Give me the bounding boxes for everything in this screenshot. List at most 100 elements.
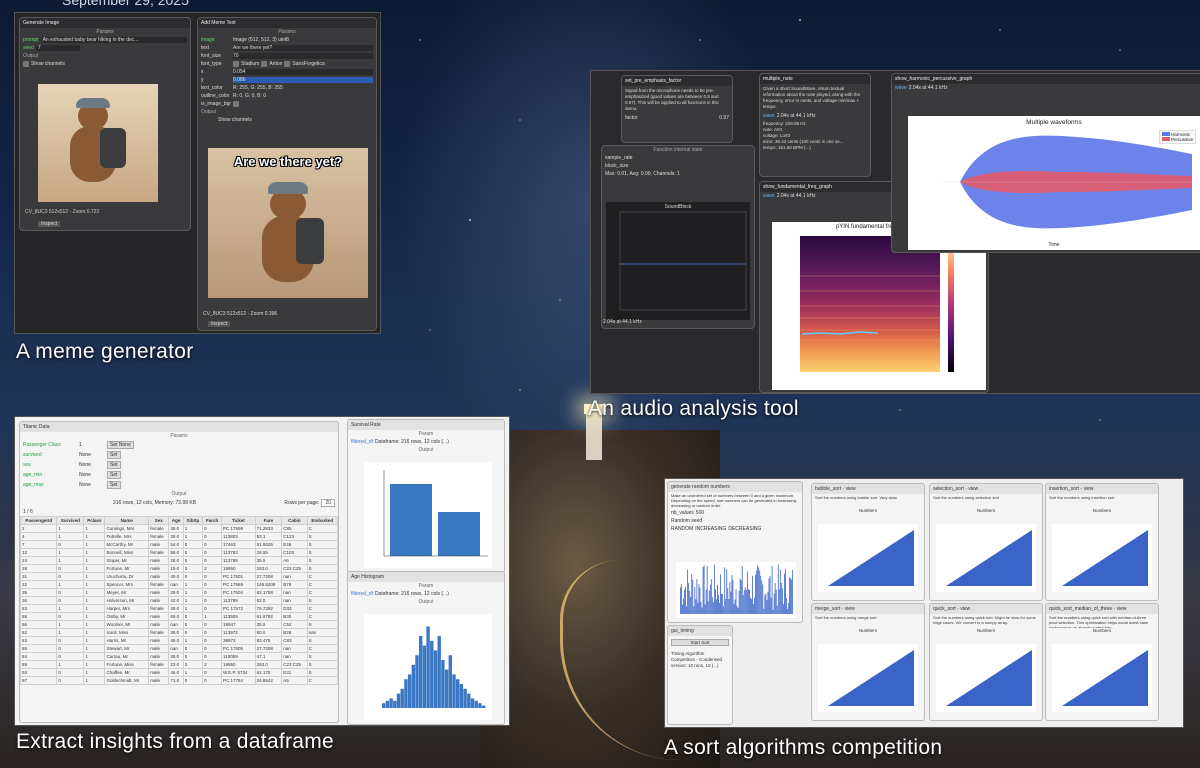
sort-algorithm-node[interactable]: insertion_sort - view Sort the numbers us… — [1045, 483, 1159, 601]
sort-algorithm-node[interactable]: selection_sort - view Sort the numbers us… — [929, 483, 1043, 601]
inspect-button[interactable]: Inspect — [38, 221, 61, 227]
table-cell: Fortune, Miss — [104, 660, 150, 669]
radio[interactable] — [233, 61, 239, 67]
meme-image[interactable]: Are we there yet? — [208, 148, 368, 298]
inspect-button[interactable]: Inspect — [208, 321, 231, 327]
y-slider[interactable]: 0.086 — [233, 77, 373, 83]
number-bar — [710, 579, 712, 614]
column-header[interactable]: Cabin — [281, 516, 308, 525]
legend-entry: Percussive — [1170, 137, 1193, 142]
text-color-value[interactable]: R: 255, G: 255, B: 255 — [233, 85, 283, 91]
sort-algorithm-node[interactable]: bubble_sort - view Sort the numbers using… — [811, 483, 925, 601]
table-cell: male — [148, 652, 170, 661]
column-header[interactable]: SibSp — [182, 516, 204, 525]
radio[interactable] — [261, 61, 268, 67]
order-option[interactable]: RANDOM — [671, 526, 693, 532]
harmonic-percussive-node[interactable]: show_harmonic_percussive_graph wave 2.04s… — [891, 73, 1200, 253]
filter-value[interactable]: None — [79, 462, 105, 468]
column-header[interactable]: Fare — [254, 516, 283, 525]
column-header[interactable]: Name — [104, 516, 150, 525]
filter-button[interactable]: Set None — [107, 441, 134, 449]
filter-button[interactable]: Set — [107, 481, 121, 489]
multiple-note-node[interactable]: multiple_note Given a short SoundWave, r… — [759, 73, 871, 177]
sort-algorithm-node[interactable]: quick_sort - view Sort the numbers using … — [929, 603, 1043, 721]
sort-algorithm-node[interactable]: quick_sort_median_of_three - view Sort th… — [1045, 603, 1159, 721]
filter-value[interactable]: 1 — [79, 442, 105, 448]
factor-value[interactable]: 0.97 — [719, 115, 729, 121]
x-slider[interactable]: 0.054 — [233, 69, 373, 75]
number-bar — [684, 589, 685, 614]
number-bar — [726, 569, 728, 614]
number-bar — [752, 575, 753, 614]
sort-algorithm-node[interactable]: merge_sort - view Sort the numbers using … — [811, 603, 925, 721]
number-bar — [764, 595, 766, 614]
filter-value[interactable]: None — [79, 482, 105, 488]
number-bar — [712, 602, 714, 614]
table-cell: 0 — [182, 676, 204, 685]
order-option[interactable]: INCREASING — [695, 526, 726, 532]
table-cell: 31 — [20, 572, 58, 581]
checkbox[interactable] — [233, 101, 239, 107]
generate-numbers-node[interactable]: generate random numbers Make an unordere… — [667, 481, 803, 623]
order-option[interactable]: DECREASING — [728, 526, 761, 532]
param-label: Param — [418, 431, 434, 437]
table-cell: 1 — [182, 532, 204, 541]
table-cell: B78 — [281, 580, 308, 589]
font-size-slider[interactable]: 70 — [233, 53, 373, 59]
pre-emphasis-node[interactable]: set_pre_emphasis_factor Signal from the … — [621, 75, 733, 143]
table-cell: C — [306, 676, 338, 685]
column-header[interactable]: Parch — [202, 516, 223, 525]
table-cell: 1 — [83, 540, 106, 549]
histogram-bar — [430, 640, 434, 708]
add-meme-text-node[interactable]: Add Meme Text Params image Image (512, 51… — [197, 17, 377, 331]
params-label: Params — [278, 29, 296, 35]
age-histogram-node[interactable]: Age Histogram Param filtered_df Dataframe… — [347, 571, 505, 725]
prompt-field[interactable]: An exhausted baby bear hiking in the dec… — [40, 37, 187, 43]
number-bar — [732, 579, 734, 614]
column-header[interactable]: PassengerId — [20, 516, 58, 525]
function-state-node[interactable]: Function internal state sample_rate bloc… — [601, 145, 755, 329]
audio-tool-screenshot: set_pre_emphasis_factor Signal from the … — [590, 70, 1200, 394]
histogram-bar — [444, 669, 449, 708]
start-sort-button[interactable]: Start Sort — [671, 639, 729, 646]
column-header[interactable]: Sex — [148, 516, 170, 525]
titanic-data-node[interactable]: Titanic Data Params Passenger Class 1 Set … — [19, 421, 339, 723]
seed-field[interactable]: 7 — [35, 45, 80, 51]
column-header[interactable]: Embarked — [306, 516, 338, 525]
outline-color-value[interactable]: R: 0, G: 0, B: 0 — [233, 93, 266, 99]
text-field[interactable]: Are we there yet? — [233, 45, 373, 51]
checkbox[interactable] — [23, 61, 29, 67]
filter-button[interactable]: Set — [107, 471, 121, 479]
survival-rate-node[interactable]: Survival Rate Param filtered_df Dataframe… — [347, 419, 505, 573]
histogram-bar — [459, 684, 464, 708]
table-cell: 263.0 — [254, 660, 283, 669]
filter-value[interactable]: None — [79, 452, 105, 458]
table-cell: 0 — [56, 564, 85, 573]
filter-button[interactable]: Set — [107, 461, 121, 469]
node-description: Sort the numbers using selection sort — [933, 495, 1000, 500]
timing-node[interactable]: gui_timing Start Sort Timing Algorithm C… — [667, 625, 733, 725]
rows-per-page-input[interactable]: 20 — [321, 499, 335, 507]
bear-image[interactable] — [38, 84, 158, 202]
column-header[interactable]: Pclass — [83, 516, 106, 525]
column-header[interactable]: Age — [168, 516, 184, 525]
filter-value[interactable]: None — [79, 472, 105, 478]
table-cell: 1 — [83, 628, 106, 637]
param-key: filtered_df — [351, 439, 373, 445]
number-bar — [757, 565, 759, 614]
column-header[interactable]: Survived — [56, 516, 85, 525]
generate-image-node[interactable]: Generate Image Params prompt An exhauste… — [19, 17, 191, 231]
table-cell: 1 — [56, 660, 85, 669]
node-description: Sort the numbers using bubble sort. Very… — [815, 495, 898, 500]
param-value[interactable]: 500 — [696, 510, 704, 516]
column-header[interactable]: Ticket — [221, 516, 256, 525]
show-channels-label: Show channels — [31, 61, 65, 67]
table-cell: Futrelle, Mrs — [104, 532, 150, 541]
filter-button[interactable]: Set — [107, 451, 121, 459]
table-cell: 113509 — [221, 612, 256, 621]
table-cell: male — [148, 572, 170, 581]
table-cell: D33 — [281, 604, 308, 613]
table-cell: 1 — [83, 524, 106, 533]
radio[interactable] — [284, 61, 291, 67]
table-cell: C52 — [281, 620, 308, 629]
